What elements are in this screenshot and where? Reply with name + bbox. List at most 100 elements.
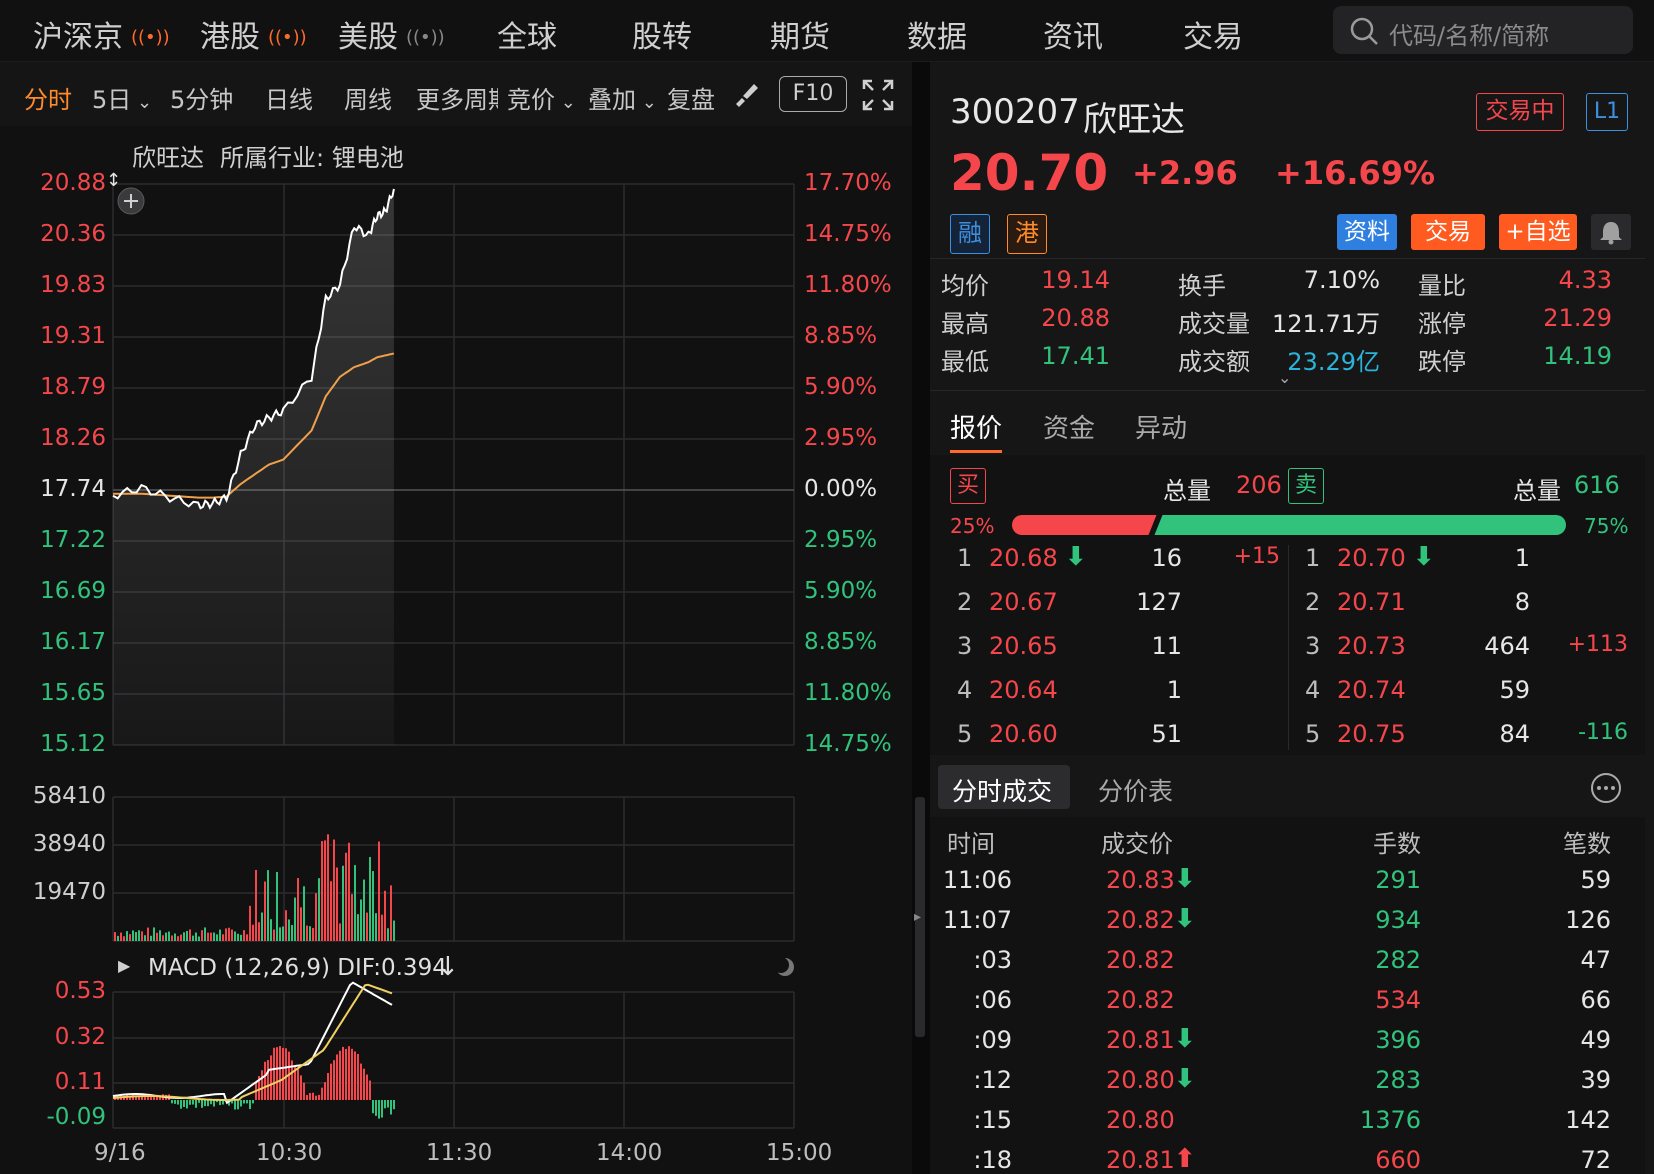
bid-row[interactable]: 5 20.60 51	[957, 720, 1280, 756]
macd-bar	[366, 1074, 368, 1100]
volume-bar	[372, 871, 374, 941]
nav-item-3[interactable]: 全球	[497, 12, 557, 56]
ask-row[interactable]: 5 20.75 84 -116	[1305, 720, 1628, 756]
quote-tab-2[interactable]: 异动	[1135, 408, 1187, 445]
volume-bar	[204, 927, 206, 941]
quote-tab-1[interactable]: 资金	[1043, 408, 1095, 445]
toolbar-item-7[interactable]: 叠加 ⌄	[588, 80, 657, 115]
volume-bar	[174, 933, 176, 941]
live-signal-icon: ((•))	[406, 27, 445, 48]
price-area-fill	[113, 188, 394, 745]
macd-bar	[261, 1070, 263, 1100]
volume-bar	[168, 931, 170, 941]
volume-bar	[354, 865, 356, 941]
toolbar-item-3[interactable]: 日线	[265, 80, 313, 115]
volume-bar	[393, 920, 395, 941]
nav-label: 港股	[200, 20, 260, 55]
down-arrow-icon: ⬇	[1413, 542, 1435, 572]
macd-bar	[195, 1100, 197, 1108]
price-axis-label: 20.36	[40, 221, 106, 247]
level-number: 1	[1305, 544, 1321, 572]
level-number: 2	[957, 588, 973, 616]
trades-table	[930, 817, 1645, 1174]
toolbar-item-1[interactable]: 5日 ⌄	[92, 80, 152, 115]
trades-tab-0[interactable]: 分时成交	[952, 772, 1052, 808]
volume-bar	[195, 932, 197, 941]
more-options-icon[interactable]	[1590, 772, 1622, 804]
axis-scale-icon[interactable]: ↕	[106, 170, 121, 191]
volume-bar	[300, 907, 302, 941]
brush-icon[interactable]	[732, 80, 760, 108]
macd-bar	[375, 1100, 377, 1116]
volume-bar	[258, 922, 260, 941]
stat-value: 7.10%	[1303, 266, 1380, 294]
status-badge: 交易中	[1476, 93, 1564, 131]
nav-item-2[interactable]: 美股 ((•))	[338, 12, 445, 56]
quote-tab-0[interactable]: 报价	[950, 408, 1002, 445]
nav-label: 全球	[497, 20, 557, 55]
ask-row[interactable]: 4 20.74 59	[1305, 676, 1628, 712]
level-badge[interactable]: L1	[1586, 93, 1628, 131]
expand-stats-icon[interactable]: ⌄	[1278, 368, 1291, 387]
intraday-chart[interactable]	[0, 126, 912, 1174]
macd-bar	[339, 1050, 341, 1100]
panel-divider[interactable]: ▸	[912, 62, 930, 1174]
toolbar-item-8[interactable]: 复盘	[667, 80, 715, 115]
bid-row[interactable]: 1 20.68 ⬇ 16 +15	[957, 542, 1280, 580]
nav-item-0[interactable]: 沪深京 ((•))	[33, 12, 170, 56]
nav-item-1[interactable]: 港股 ((•))	[200, 12, 307, 56]
volume-bar	[327, 834, 329, 941]
stat-label: 成交量	[1178, 310, 1250, 338]
trade-count: 72	[1580, 1146, 1611, 1174]
volume-bar	[144, 935, 146, 941]
nav-label: 期货	[770, 20, 830, 55]
hk-connect-tag[interactable]: 港	[1007, 214, 1047, 254]
ask-row[interactable]: 1 20.70 ⬇ 1	[1305, 542, 1628, 580]
toolbar-item-5[interactable]: 更多周期	[416, 80, 498, 115]
bid-row[interactable]: 2 20.67 127	[957, 588, 1280, 624]
trade-button[interactable]: 交易	[1411, 214, 1485, 250]
toolbar-item-2[interactable]: 5分钟	[170, 80, 233, 115]
stock-name: 欣旺达	[1083, 100, 1185, 140]
toolbar-label: 竞价	[507, 86, 555, 114]
volume-bar	[246, 934, 248, 941]
bid-row[interactable]: 4 20.64 1	[957, 676, 1280, 712]
trade-price: 20.82	[1106, 986, 1175, 1014]
pct-axis-label: 5.90%	[804, 374, 878, 400]
profile-button[interactable]: 资料	[1337, 214, 1397, 250]
bid-row[interactable]: 3 20.65 11	[957, 632, 1280, 668]
stat-value: 14.19	[1543, 342, 1612, 370]
pct-axis-label: 14.75%	[804, 221, 892, 247]
volume-bar	[288, 919, 290, 941]
f10-button[interactable]: F10	[779, 76, 847, 112]
macd-bar	[360, 1063, 362, 1100]
nav-item-7[interactable]: 资讯	[1043, 12, 1103, 56]
trades-tab-1[interactable]: 分价表	[1098, 772, 1173, 808]
volume-bar	[351, 894, 353, 941]
fullscreen-icon[interactable]	[862, 79, 894, 111]
search-box[interactable]: 代码/名称/简称	[1333, 6, 1633, 54]
nav-label: 股转	[632, 20, 692, 55]
nav-item-5[interactable]: 期货	[770, 12, 830, 56]
alert-button[interactable]	[1591, 214, 1631, 250]
ask-row[interactable]: 2 20.71 8	[1305, 588, 1628, 624]
volume-bar	[234, 931, 236, 941]
volume-bar	[381, 914, 383, 941]
macd-bar	[270, 1055, 272, 1100]
add-watchlist-button[interactable]: +自选	[1499, 214, 1577, 250]
ask-row[interactable]: 3 20.73 464 +113	[1305, 632, 1628, 668]
nav-item-4[interactable]: 股转	[632, 12, 692, 56]
collapse-arrow-icon[interactable]: ▸	[914, 909, 921, 925]
toolbar-item-6[interactable]: 竞价 ⌄	[507, 80, 576, 115]
toolbar-item-0[interactable]: 分时	[24, 80, 72, 115]
nav-item-6[interactable]: 数据	[907, 12, 967, 56]
nav-label: 沪深京	[33, 20, 123, 55]
nav-item-8[interactable]: 交易	[1183, 12, 1243, 56]
toolbar-item-4[interactable]: 周线	[344, 80, 392, 115]
margin-tag[interactable]: 融	[950, 214, 990, 254]
moon-icon[interactable]	[774, 956, 796, 978]
volume-bar	[360, 899, 362, 941]
macd-bar	[177, 1100, 179, 1105]
macd-expand-icon[interactable]: ▶	[118, 956, 130, 975]
volume-bar	[186, 930, 188, 941]
